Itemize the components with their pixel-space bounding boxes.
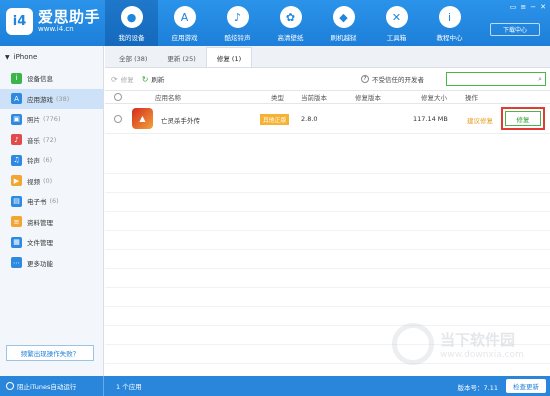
app-store-icon: A bbox=[173, 6, 196, 28]
itunes-autorun-toggle[interactable]: 阻止iTunes自动运行 bbox=[0, 376, 104, 396]
sidebar-item-more[interactable]: ⋯ 更多功能 bbox=[0, 253, 103, 274]
nav-ringtones[interactable]: ♪ 酷炫铃声 bbox=[211, 0, 264, 46]
photos-icon: ▣ bbox=[11, 113, 22, 125]
brand-url: www.i4.cn bbox=[38, 24, 74, 33]
watermark-logo-icon bbox=[392, 323, 434, 365]
current-version: 2.8.0 bbox=[301, 115, 318, 123]
sidebar-item-video[interactable]: ▶ 视频 (0) bbox=[0, 171, 103, 192]
sidebar-item-device-info[interactable]: i 设备信息 bbox=[0, 68, 103, 89]
row-checkbox[interactable] bbox=[114, 115, 122, 123]
feedback-button[interactable]: 频繁出现操作失败？ bbox=[6, 345, 94, 361]
device-info-icon: i bbox=[11, 72, 22, 84]
close-icon[interactable]: ✕ bbox=[540, 3, 546, 11]
app-type-badge: 其他正版 bbox=[260, 114, 290, 125]
check-update-button[interactable]: 检查更新 bbox=[506, 379, 546, 393]
tab-all[interactable]: 全部 (38) bbox=[109, 48, 157, 67]
tab-repair[interactable]: 修复 (1) bbox=[205, 47, 253, 67]
brand-name: 爱思助手 bbox=[38, 7, 101, 26]
minimize-icon[interactable]: ▭ bbox=[510, 3, 517, 11]
device-name: iPhone bbox=[13, 53, 38, 61]
file-manage-icon: ▦ bbox=[11, 236, 22, 248]
ebook-icon: ▤ bbox=[11, 195, 22, 207]
version-label: 版本号：7.11 bbox=[457, 384, 498, 392]
top-navigation-bar: i4 爱思助手 www.i4.cn ● 我的设备 A 应用游戏 ♪ 酷炫铃声 ✿… bbox=[0, 0, 550, 46]
download-center-button[interactable]: 下载中心 bbox=[490, 23, 540, 36]
sidebar-item-file-management[interactable]: ▦ 文件管理 bbox=[0, 232, 103, 253]
more-icon: ⋯ bbox=[11, 257, 22, 269]
nav-wallpapers[interactable]: ✿ 高清壁纸 bbox=[264, 0, 317, 46]
repair-size: 117.14 MB bbox=[413, 115, 448, 123]
tab-updates[interactable]: 更新 (25) bbox=[157, 48, 205, 67]
main-nav: ● 我的设备 A 应用游戏 ♪ 酷炫铃声 ✿ 高清壁纸 ◆ 刷机越狱 ✕ 工具箱… bbox=[105, 0, 476, 46]
window-controls: ▭ ≡ − ✕ bbox=[510, 3, 546, 11]
brand-logo-icon: i4 bbox=[6, 8, 33, 35]
video-icon: ▶ bbox=[11, 175, 22, 187]
sidebar-item-music[interactable]: ♪ 音乐 (72) bbox=[0, 130, 103, 151]
untrusted-developer[interactable]: ? 不受信任的开发者 bbox=[361, 74, 424, 84]
repair-icon: ⟳ bbox=[111, 74, 118, 84]
refresh-button[interactable]: ↻ 刷新 bbox=[141, 74, 165, 85]
app-name: 亡灵杀手外传 bbox=[161, 117, 200, 125]
apple-icon: ● bbox=[120, 6, 143, 28]
data-manage-icon: ≡ bbox=[11, 216, 22, 228]
stop-icon bbox=[6, 382, 14, 390]
ringtone-icon: ♫ bbox=[11, 154, 22, 166]
device-selector[interactable]: ▼ iPhone bbox=[0, 46, 103, 68]
select-all-checkbox[interactable] bbox=[114, 93, 122, 101]
sidebar-item-apps[interactable]: A 应用游戏 (38) bbox=[0, 88, 103, 109]
refresh-icon: ↻ bbox=[141, 74, 149, 84]
sidebar-item-data-management[interactable]: ≡ 资料管理 bbox=[0, 212, 103, 233]
repair-tool-button[interactable]: ⟳ 修复 bbox=[111, 74, 134, 85]
question-icon: ? bbox=[361, 75, 369, 83]
info-icon: i bbox=[438, 6, 461, 28]
status-bar: 阻止iTunes自动运行 1 个应用 版本号：7.11 检查更新 bbox=[0, 376, 550, 396]
box-icon: ◆ bbox=[332, 6, 355, 28]
nav-tutorials[interactable]: i 教程中心 bbox=[423, 0, 476, 46]
tools-icon: ✕ bbox=[385, 6, 408, 28]
nav-my-device[interactable]: ● 我的设备 bbox=[105, 0, 158, 46]
sidebar: ▼ iPhone i 设备信息 A 应用游戏 (38) ▣ 照片 (776) ♪… bbox=[0, 46, 104, 376]
brand-logo: i4 爱思助手 www.i4.cn bbox=[6, 8, 100, 35]
watermark: 当下软件园 www.downxia.com bbox=[392, 323, 524, 365]
caret-down-icon: ▼ bbox=[5, 53, 10, 61]
bell-icon: ♪ bbox=[226, 6, 249, 28]
sidebar-item-ebooks[interactable]: ▤ 电子书 (6) bbox=[0, 191, 103, 212]
search-icon: ⌕ bbox=[538, 75, 542, 83]
sidebar-item-ringtones[interactable]: ♫ 铃声 (6) bbox=[0, 150, 103, 171]
apps-icon: A bbox=[11, 93, 22, 105]
table-header: 应用名称 类型 当前版本 修复版本 修复大小 操作 bbox=[105, 90, 550, 104]
sidebar-item-photos[interactable]: ▣ 照片 (776) bbox=[0, 109, 103, 130]
tab-bar: 全部 (38) 更新 (25) 修复 (1) bbox=[105, 46, 550, 68]
nav-flash-jailbreak[interactable]: ◆ 刷机越狱 bbox=[317, 0, 370, 46]
suggest-repair-link[interactable]: 建议修复 bbox=[467, 115, 493, 125]
table-row[interactable]: ▲ 亡灵杀手外传 其他正版 2.8.0 117.14 MB 建议修复 修复 bbox=[105, 104, 550, 134]
toolbar: ⟳ 修复 ↻ 刷新 ? 不受信任的开发者 ⌕ bbox=[105, 68, 550, 90]
repair-button[interactable]: 修复 bbox=[505, 111, 541, 126]
nav-apps-games[interactable]: A 应用游戏 bbox=[158, 0, 211, 46]
app-count: 1 个应用 bbox=[116, 383, 142, 391]
music-icon: ♪ bbox=[11, 134, 22, 146]
search-input[interactable]: ⌕ bbox=[446, 72, 546, 86]
min-icon[interactable]: − bbox=[530, 3, 536, 11]
nav-toolbox[interactable]: ✕ 工具箱 bbox=[370, 0, 423, 46]
settings-icon[interactable]: ≡ bbox=[520, 3, 526, 11]
wallpaper-icon: ✿ bbox=[279, 6, 302, 28]
app-icon: ▲ bbox=[132, 108, 153, 129]
